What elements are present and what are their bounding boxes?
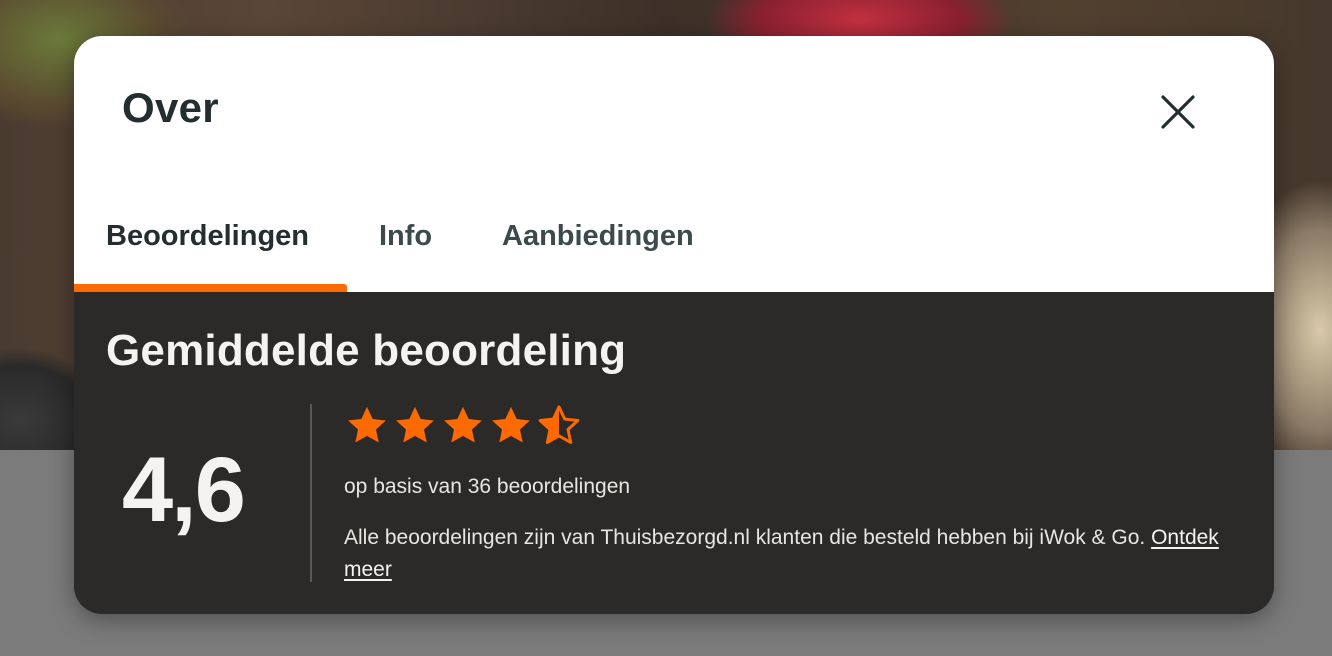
active-tab-indicator [74,284,347,292]
about-modal: Over Beoordelingen Info Aanbiedingen Gem… [74,36,1274,614]
star-full-icon [396,406,434,443]
modal-title: Over [122,84,219,131]
tab-aanbiedingen[interactable]: Aanbiedingen [502,220,694,253]
close-button[interactable] [1154,88,1202,136]
rating-divider [310,404,312,582]
star-full-icon [444,406,482,443]
modal-header: Over Beoordelingen Info Aanbiedingen [74,36,1274,292]
average-rating-value: 4,6 [122,439,246,541]
tab-info[interactable]: Info [379,220,432,253]
review-count-text: op basis van 36 beoordelingen [344,475,631,498]
close-icon [1161,95,1195,129]
tab-bar: Beoordelingen Info Aanbiedingen [74,206,1274,292]
star-rating [345,404,581,450]
review-source-note: Alle beoordelingen zijn van Thuisbezorgd… [344,522,1244,586]
star-half-icon [538,405,580,444]
review-source-text: Alle beoordelingen zijn van Thuisbezorgd… [344,526,1146,549]
tab-beoordelingen[interactable]: Beoordelingen [106,220,309,253]
average-rating-heading: Gemiddelde beoordeling [106,326,627,375]
star-full-icon [492,406,530,443]
star-full-icon [348,406,386,443]
